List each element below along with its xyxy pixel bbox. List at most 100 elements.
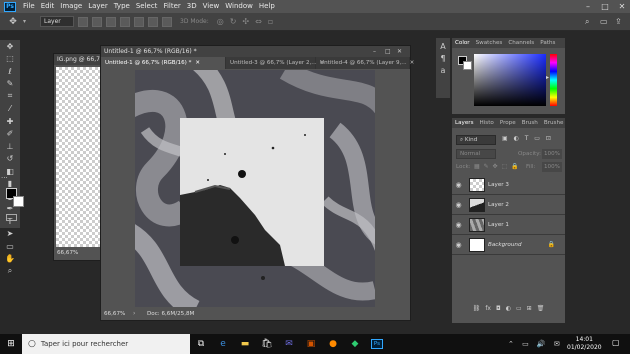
layer-row-1[interactable]: ◉ Layer 1	[452, 215, 565, 235]
3d-scale-icon[interactable]: ▫	[268, 17, 273, 26]
quick-select-tool-icon[interactable]: ✎	[0, 78, 20, 91]
link-layers-icon[interactable]: ⛓	[473, 305, 481, 315]
document-title-front[interactable]: Untitled-1 @ 66,7% (RGB/16) * – □ ✕	[101, 46, 410, 57]
hue-slider-arrow-icon[interactable]: ▸	[546, 74, 549, 81]
tab-properties[interactable]: Prope	[497, 118, 519, 128]
lock-icon[interactable]: 🔒	[548, 241, 555, 248]
brush-tool-icon[interactable]: ✐	[0, 128, 20, 141]
opacity-input[interactable]: 100%	[542, 149, 562, 159]
layer-row-background[interactable]: ◉ Background 🔒	[452, 235, 565, 255]
3d-pan-icon[interactable]: ✣	[242, 17, 249, 26]
search-icon[interactable]: ⌕	[585, 17, 589, 27]
tab-swatches[interactable]: Swatches	[473, 38, 506, 48]
add-mask-icon[interactable]: ◘	[496, 305, 501, 315]
tab-histogram[interactable]: Histo	[477, 118, 497, 128]
taskbar-clock[interactable]: 14:01 01/02/2020	[567, 336, 602, 352]
mail-icon[interactable]: ✉	[278, 334, 300, 354]
align-right-icon[interactable]	[106, 16, 117, 27]
eyedropper-tool-icon[interactable]: ⁄	[0, 103, 20, 116]
menu-view[interactable]: View	[200, 0, 223, 13]
align-center-icon[interactable]	[92, 16, 103, 27]
document-title-back[interactable]: IG.png @ 66,7	[54, 54, 102, 65]
visibility-eye-icon[interactable]: ◉	[452, 181, 465, 189]
healing-tool-icon[interactable]: ✚	[0, 115, 20, 128]
delete-layer-icon[interactable]: 🗑	[537, 305, 545, 315]
system-tray-icons[interactable]: ⌃ ▭ 🔊 ✉	[508, 340, 563, 348]
task-view-icon[interactable]: ⧉	[190, 334, 212, 354]
minimize-icon[interactable]: –	[373, 48, 376, 55]
menu-window[interactable]: Window	[222, 0, 256, 13]
lasso-tool-icon[interactable]: ℓ	[0, 65, 20, 78]
menu-help[interactable]: Help	[256, 0, 278, 13]
visibility-eye-icon[interactable]: ◉	[452, 221, 465, 229]
minimize-icon[interactable]: –	[580, 0, 596, 13]
tab-layers[interactable]: Layers	[452, 118, 477, 128]
tab-untitled-1[interactable]: Untitled-1 @ 66,7% (RGB/16) * ✕	[101, 57, 226, 69]
menu-type[interactable]: Type	[111, 0, 133, 13]
store-icon[interactable]: 🛍	[256, 334, 278, 354]
align-left-icon[interactable]	[78, 16, 89, 27]
paragraph-panel-icon[interactable]: ¶	[436, 54, 450, 63]
character-panel-icon[interactable]: A	[436, 42, 450, 51]
layer-row-3[interactable]: ◉ Layer 3	[452, 175, 565, 195]
path-select-tool-icon[interactable]: ➤	[0, 228, 20, 241]
blend-mode-dropdown[interactable]: Normal	[456, 149, 496, 159]
hue-slider[interactable]	[550, 54, 557, 106]
layer-filter-kind[interactable]: ⌕ Kind	[456, 135, 496, 145]
new-group-icon[interactable]: ▭	[516, 305, 522, 315]
dropdown-arrow-icon[interactable]: ▾	[23, 18, 26, 25]
windows-start-icon[interactable]: ⊞	[0, 334, 22, 354]
office-icon[interactable]: ▣	[300, 334, 322, 354]
tab-color[interactable]: Color	[452, 38, 473, 48]
tab-brushes[interactable]: Brushe	[541, 118, 567, 128]
align-middle-icon[interactable]	[134, 16, 145, 27]
3d-orbit-icon[interactable]: ◎	[217, 17, 224, 26]
close-icon[interactable]: ✕	[614, 0, 630, 13]
glyphs-panel-icon[interactable]: a	[436, 66, 450, 75]
menu-filter[interactable]: Filter	[160, 0, 183, 13]
app-icon[interactable]: ◆	[344, 334, 366, 354]
marquee-tool-icon[interactable]: ⬚	[0, 53, 20, 66]
share-icon[interactable]: ⇪	[615, 17, 622, 26]
tab-channels[interactable]: Channels	[505, 38, 537, 48]
crop-tool-icon[interactable]: ⌗	[0, 90, 20, 103]
panel-background-swatch[interactable]	[463, 61, 472, 70]
menu-file[interactable]: File	[20, 0, 38, 13]
menu-layer[interactable]: Layer	[85, 0, 111, 13]
3d-slide-icon[interactable]: ⇔	[255, 17, 262, 26]
tab-untitled-4[interactable]: Untitled-4 @ 66,7% (Layer 9,... ✕	[316, 57, 414, 69]
visibility-eye-icon[interactable]: ◉	[452, 201, 465, 209]
photoshop-taskbar-icon[interactable]: Ps	[366, 334, 388, 354]
align-top-icon[interactable]	[120, 16, 131, 27]
history-brush-icon[interactable]: ↺	[0, 153, 20, 166]
close-icon[interactable]: ✕	[410, 60, 415, 66]
more-tools-icon[interactable]: ···	[1, 174, 8, 182]
3d-roll-icon[interactable]: ↻	[230, 17, 237, 26]
close-icon[interactable]: ✕	[397, 48, 402, 55]
notification-icon[interactable]: ▢	[612, 338, 620, 347]
workspace-icon[interactable]: ▭	[600, 17, 608, 26]
layer-style-icon[interactable]: fx	[485, 305, 491, 315]
background-color-swatch[interactable]	[13, 196, 24, 207]
edge-browser-icon[interactable]: e	[212, 334, 234, 354]
menu-select[interactable]: Select	[133, 0, 161, 13]
tab-untitled-3[interactable]: Untitled-3 @ 66,7% (Layer 2,... ✕	[226, 57, 324, 69]
menu-edit[interactable]: Edit	[38, 0, 58, 13]
align-bottom-icon[interactable]	[148, 16, 159, 27]
layer-row-2[interactable]: ◉ Layer 2	[452, 195, 565, 215]
fill-input[interactable]: 100%	[542, 162, 562, 172]
move-tool-icon[interactable]: ✥	[6, 16, 20, 28]
menu-image[interactable]: Image	[57, 0, 85, 13]
lock-icons[interactable]: ▦ ✎ ✥ ⬚ 🔒	[474, 163, 520, 170]
distribute-icon[interactable]	[162, 16, 173, 27]
close-icon[interactable]: ✕	[195, 60, 200, 66]
color-field[interactable]	[474, 54, 546, 106]
quick-mask-icon[interactable]	[6, 214, 17, 221]
tab-brush[interactable]: Brush	[519, 118, 541, 128]
adjustment-layer-icon[interactable]: ◐	[506, 305, 511, 315]
taskbar-search-box[interactable]: ○ Taper ici pour rechercher	[22, 334, 190, 354]
auto-select-dropdown[interactable]: Layer	[40, 16, 75, 27]
artwork-canvas[interactable]	[135, 70, 375, 307]
file-explorer-icon[interactable]: ▬	[234, 334, 256, 354]
stamp-tool-icon[interactable]: ⊥	[0, 140, 20, 153]
